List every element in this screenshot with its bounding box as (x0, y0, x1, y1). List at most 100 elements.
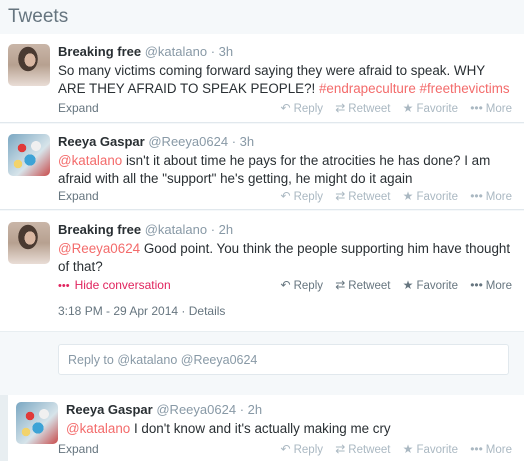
author-handle[interactable]: @Reeya0624 (148, 134, 228, 149)
tweet-text: @katalano isn't it about time he pays fo… (58, 152, 514, 188)
tweet-body: Reeya Gaspar @Reeya0624 · 3h @katalano i… (58, 134, 514, 188)
tweet-body: Breaking free @katalano · 2h @Reeya0624 … (58, 222, 514, 276)
retweet-label: Retweet (348, 103, 391, 115)
reply-label: Reply (293, 191, 324, 203)
reply-label: Reply (293, 444, 324, 456)
tweet-body: Breaking free @katalano · 3h So many vic… (58, 44, 514, 98)
author-name[interactable]: Breaking free (58, 44, 141, 59)
favorite-label: Favorite (416, 280, 458, 292)
reply-label: Reply (293, 280, 324, 292)
author-name[interactable]: Reeya Gaspar (58, 134, 145, 149)
tweet-actions: ↶ Reply ⇄ Retweet ★ Favorite ••• More (272, 189, 512, 203)
tweet-expanded[interactable]: Breaking free @katalano · 2h @Reeya0624 … (0, 211, 524, 321)
reply-button[interactable]: ↶ Reply (281, 189, 323, 203)
tweet-text: @Reeya0624 Good point. You think the peo… (58, 240, 514, 276)
tweet-time[interactable]: · 3h (232, 134, 254, 149)
retweet-button[interactable]: ⇄ Retweet (335, 101, 390, 115)
author-name[interactable]: Breaking free (58, 222, 141, 237)
tweet-actions: ↶ Reply ⇄ Retweet ★ Favorite ••• More (272, 442, 512, 456)
tweet-timestamp-details[interactable]: 3:18 PM - 29 Apr 2014 · Details (58, 304, 225, 318)
tweet-time[interactable]: · 2h (240, 402, 262, 417)
expand-link[interactable]: Expand (58, 442, 99, 456)
favorite-button[interactable]: ★ Favorite (403, 189, 458, 203)
tweet-time[interactable]: · 2h (211, 222, 233, 237)
more-button[interactable]: ••• More (470, 189, 512, 203)
avatar[interactable] (16, 402, 58, 444)
avatar[interactable] (8, 134, 50, 176)
expand-link[interactable]: Expand (58, 101, 99, 115)
star-icon: ★ (402, 278, 414, 292)
hashtag-link[interactable]: #endrapeculture (319, 81, 416, 96)
tweet-actions: ↶ Reply ⇄ Retweet ★ Favorite ••• More (272, 278, 512, 292)
ellipsis-icon: ••• (58, 280, 70, 292)
star-icon: ★ (402, 101, 414, 115)
retweet-button[interactable]: ⇄ Retweet (335, 278, 390, 292)
reply-button[interactable]: ↶ Reply (281, 442, 323, 456)
author-handle[interactable]: @Reeya0624 (156, 402, 236, 417)
tweet[interactable]: Breaking free @katalano · 3h So many vic… (0, 34, 524, 123)
more-label: More (485, 444, 512, 456)
ellipsis-icon: ••• (470, 278, 483, 292)
author-name[interactable]: Reeya Gaspar (66, 402, 153, 417)
more-label: More (485, 103, 512, 115)
favorite-button[interactable]: ★ Favorite (403, 442, 458, 456)
tweet-text-body: isn't it about time he pays for the atro… (58, 153, 491, 186)
star-icon: ★ (402, 442, 414, 456)
timeline-header: Tweets (0, 0, 524, 34)
tweet-header: Breaking free @katalano · 3h (58, 44, 514, 59)
favorite-button[interactable]: ★ Favorite (403, 101, 458, 115)
reply-button[interactable]: ↶ Reply (281, 278, 323, 292)
page-title: Tweets (8, 6, 69, 27)
mention-link[interactable]: @katalano (66, 421, 130, 436)
avatar[interactable] (8, 222, 50, 264)
retweet-button[interactable]: ⇄ Retweet (335, 189, 390, 203)
tweet-text: So many victims coming forward saying th… (58, 62, 514, 98)
tweet-reply[interactable]: Reeya Gaspar @Reeya0624 · 2h @katalano I… (0, 395, 524, 461)
star-icon: ★ (402, 189, 414, 203)
hashtag-link[interactable]: #freethevictims (420, 81, 510, 96)
tweet-text-body: I don't know and it's actually making me… (130, 421, 391, 436)
avatar[interactable] (8, 44, 50, 86)
ellipsis-icon: ••• (470, 442, 483, 456)
author-handle[interactable]: @katalano (145, 222, 207, 237)
tweet-text: @katalano I don't know and it's actually… (66, 420, 514, 438)
hide-conversation-link[interactable]: ••• Hide conversation (58, 278, 171, 292)
expand-link[interactable]: Expand (58, 189, 99, 203)
mention-link[interactable]: @Reeya0624 (58, 241, 140, 256)
reply-label: Reply (293, 103, 324, 115)
tweets-timeline: Tweets Breaking free @katalano · 3h So m… (0, 0, 524, 461)
more-button[interactable]: ••• More (470, 442, 512, 456)
mention-link[interactable]: @katalano (58, 153, 122, 168)
more-label: More (485, 191, 512, 203)
retweet-button[interactable]: ⇄ Retweet (335, 442, 390, 456)
ellipsis-icon: ••• (470, 101, 483, 115)
reply-arrow-icon: ↶ (280, 189, 291, 203)
retweet-label: Retweet (348, 444, 391, 456)
author-handle[interactable]: @katalano (145, 44, 207, 59)
hide-conversation-label: Hide conversation (74, 278, 171, 292)
more-button[interactable]: ••• More (470, 101, 512, 115)
reply-arrow-icon: ↶ (280, 278, 291, 292)
tweet-time[interactable]: · 3h (211, 44, 233, 59)
favorite-label: Favorite (416, 191, 458, 203)
tweet-header: Reeya Gaspar @Reeya0624 · 3h (58, 134, 514, 149)
retweet-icon: ⇄ (335, 442, 346, 456)
tweet-header: Breaking free @katalano · 2h (58, 222, 514, 237)
more-button[interactable]: ••• More (470, 278, 512, 292)
favorite-button[interactable]: ★ Favorite (403, 278, 458, 292)
retweet-label: Retweet (348, 280, 391, 292)
ellipsis-icon: ••• (470, 189, 483, 203)
favorite-label: Favorite (416, 444, 458, 456)
retweet-icon: ⇄ (335, 278, 346, 292)
reply-arrow-icon: ↶ (280, 442, 291, 456)
reply-area: Reply to @katalano @Reeya0624 (0, 331, 524, 391)
tweet[interactable]: Reeya Gaspar @Reeya0624 · 3h @katalano i… (0, 124, 524, 210)
tweet-header: Reeya Gaspar @Reeya0624 · 2h (66, 402, 514, 417)
tweet-actions: ↶ Reply ⇄ Retweet ★ Favorite ••• More (272, 101, 512, 115)
more-label: More (485, 280, 512, 292)
reply-input[interactable]: Reply to @katalano @Reeya0624 (58, 344, 509, 375)
retweet-icon: ⇄ (335, 101, 346, 115)
retweet-label: Retweet (348, 191, 391, 203)
reply-button[interactable]: ↶ Reply (281, 101, 323, 115)
retweet-icon: ⇄ (335, 189, 346, 203)
